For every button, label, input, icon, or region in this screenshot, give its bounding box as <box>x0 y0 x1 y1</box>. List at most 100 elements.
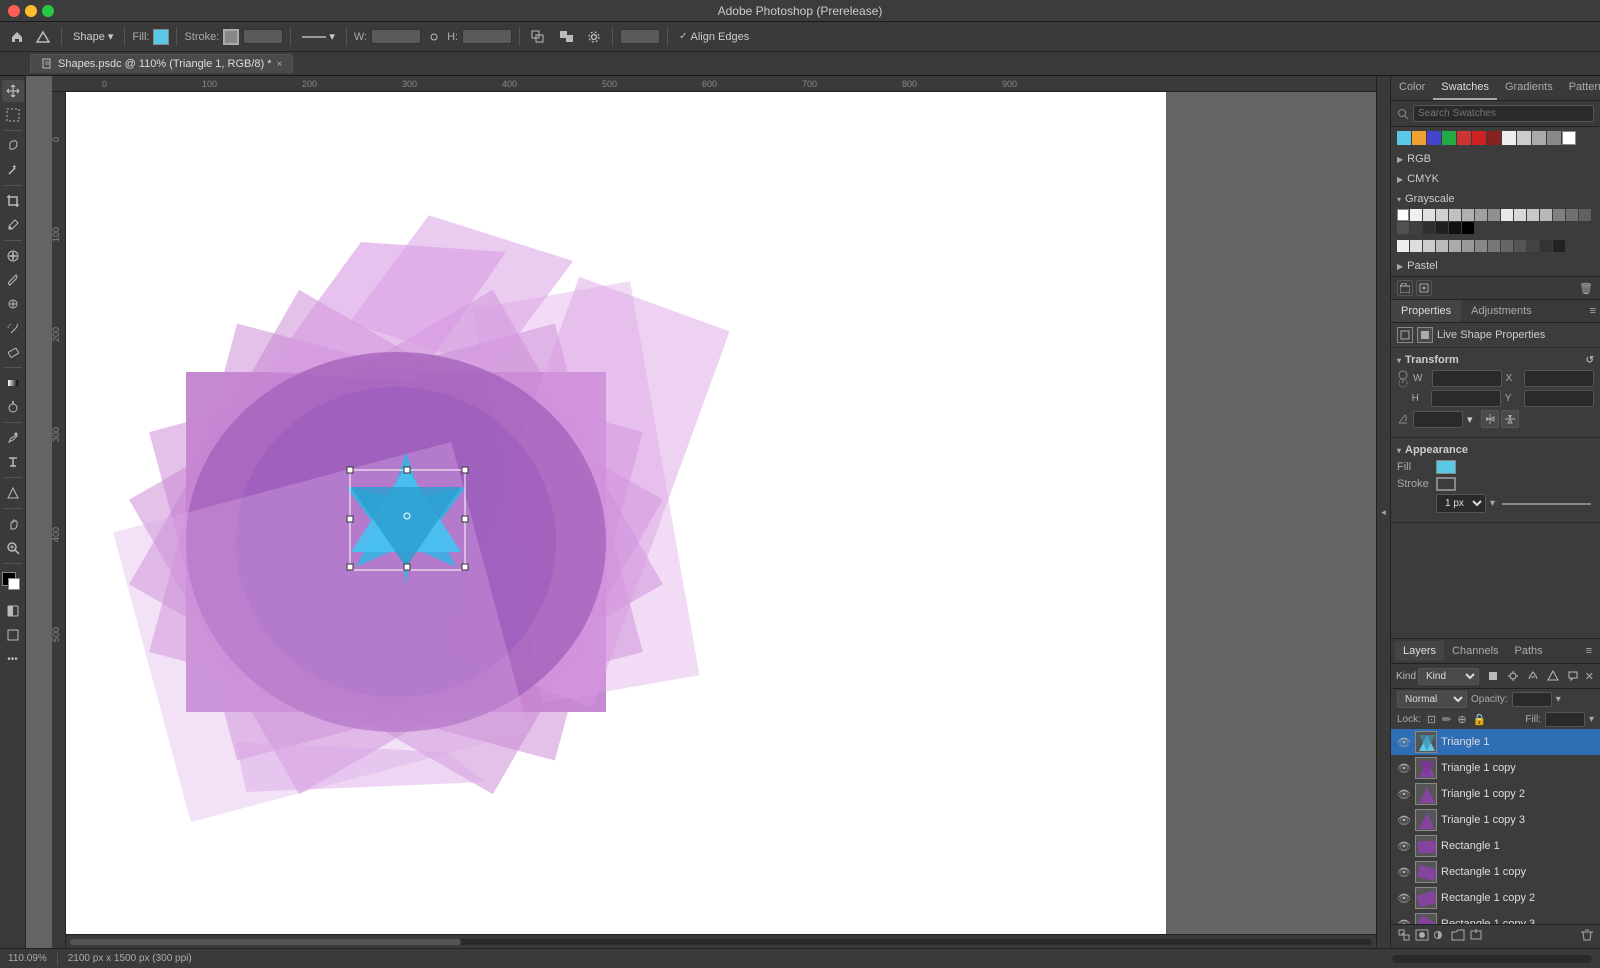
add-adjustment-icon[interactable] <box>1433 928 1447 945</box>
fill-color-chip[interactable] <box>1436 460 1456 474</box>
zoom-tool[interactable] <box>2 537 24 559</box>
pen-tool[interactable] <box>2 427 24 449</box>
tab-properties[interactable]: Properties <box>1391 300 1461 322</box>
gs-swatch-2[interactable] <box>1423 209 1435 221</box>
layer-item-rect1-copy[interactable]: 👁 Rectangle 1 copy <box>1391 859 1600 885</box>
opacity-dropdown[interactable]: ▾ <box>1556 694 1561 705</box>
layer-item-triangle1-copy[interactable]: 👁 Triangle 1 copy <box>1391 755 1600 781</box>
brush-tool[interactable] <box>2 269 24 291</box>
gs-swatch-17[interactable] <box>1423 222 1435 234</box>
blend-mode-select[interactable]: Normal Multiply Screen Overlay <box>1397 691 1467 708</box>
swatch-orange[interactable] <box>1412 131 1426 145</box>
gs-swatch-6[interactable] <box>1475 209 1487 221</box>
crop-tool[interactable] <box>2 190 24 212</box>
gs2-7[interactable] <box>1488 240 1500 252</box>
extra-tools[interactable]: ••• <box>2 648 24 670</box>
gs-swatch-3[interactable] <box>1436 209 1448 221</box>
filter-kind-select[interactable]: Kind <box>1418 668 1479 685</box>
y-prop-input[interactable]: 565 px <box>1524 390 1594 407</box>
heal-tool[interactable] <box>2 245 24 267</box>
layer-item-triangle1-copy3[interactable]: 👁 Triangle 1 copy 3 <box>1391 807 1600 833</box>
filter-off-icon[interactable]: ✕ <box>1585 670 1594 683</box>
gs2-5[interactable] <box>1462 240 1474 252</box>
layer-vis-triangle1-copy2[interactable]: 👁 <box>1397 787 1411 801</box>
gs-swatch-9[interactable] <box>1514 209 1526 221</box>
angle-input[interactable]: 0 px <box>620 29 660 44</box>
add-mask-icon[interactable] <box>1415 928 1429 945</box>
swatches-search-input[interactable] <box>1413 105 1594 122</box>
quick-mask-icon[interactable] <box>2 600 24 622</box>
stroke-color-chip[interactable] <box>223 29 239 45</box>
document-tab[interactable]: Shapes.psdc @ 110% (Triangle 1, RGB/8) *… <box>30 54 293 73</box>
gs2-1[interactable] <box>1410 240 1422 252</box>
transform-reset-icon[interactable]: ↺ <box>1586 355 1594 366</box>
add-link-icon[interactable] <box>1397 928 1411 945</box>
align-edges-checkbox[interactable]: ✓ Align Edges <box>675 29 753 45</box>
lasso-tool[interactable] <box>2 135 24 157</box>
layers-panel-menu[interactable]: ≡ <box>1582 645 1596 657</box>
swatch-green[interactable] <box>1442 131 1456 145</box>
panel-toggle[interactable]: ◂ <box>1376 76 1390 948</box>
link-dimensions-icon[interactable] <box>425 30 443 44</box>
h-input[interactable]: 118.5 px <box>462 29 512 44</box>
type-tool[interactable] <box>2 451 24 473</box>
delete-swatch-icon[interactable]: 🗑 <box>1578 280 1594 296</box>
opacity-input[interactable]: 82% <box>1512 692 1552 707</box>
gs2-9[interactable] <box>1514 240 1526 252</box>
swatch-group-pastel-header[interactable]: ▶ Pastel <box>1397 258 1594 274</box>
screen-mode-icon[interactable] <box>2 624 24 646</box>
swatch-red[interactable] <box>1457 131 1471 145</box>
swatch-darkred[interactable] <box>1472 131 1486 145</box>
transform-link-icon[interactable] <box>1397 372 1409 386</box>
scrollbar-thumb[interactable] <box>70 939 461 945</box>
gs-swatch-11[interactable] <box>1540 209 1552 221</box>
minimize-button[interactable] <box>25 5 37 17</box>
shape-tool-selector[interactable]: Shape ▾ <box>69 28 117 45</box>
gs-swatch-15[interactable] <box>1397 222 1409 234</box>
swatch-group-rgb-header[interactable]: ▶ RGB <box>1397 151 1594 167</box>
h-prop-input[interactable]: 118.5 px <box>1431 390 1501 407</box>
progress-bar[interactable] <box>1392 955 1592 963</box>
swatch-lightgray[interactable] <box>1502 131 1516 145</box>
tab-patterns[interactable]: Patterns <box>1561 76 1600 100</box>
stroke-style-selector[interactable]: ▾ <box>298 28 339 45</box>
swatch-group-grayscale-header[interactable]: ▾ Grayscale <box>1397 191 1594 207</box>
stroke-size-select[interactable]: 1 px 2 px 3 px <box>1436 494 1486 513</box>
layer-vis-triangle1-copy[interactable]: 👁 <box>1397 761 1411 775</box>
properties-menu-icon[interactable]: ≡ <box>1586 300 1600 322</box>
shape-tool[interactable] <box>2 482 24 504</box>
lock-pixels-icon[interactable]: ⊡ <box>1427 713 1436 726</box>
layer-item-rect1-copy3[interactable]: 👁 Rectangle 1 copy 3 <box>1391 911 1600 924</box>
gs-swatch-5[interactable] <box>1462 209 1474 221</box>
gs-swatch-20[interactable] <box>1462 222 1474 234</box>
fill-percent-input[interactable]: 100% <box>1545 712 1585 727</box>
gs-swatch-13[interactable] <box>1566 209 1578 221</box>
filter-pixel-icon[interactable] <box>1484 667 1502 685</box>
gs-swatch-18[interactable] <box>1436 222 1448 234</box>
live-shape-rect-icon[interactable] <box>1397 327 1413 343</box>
delete-layer-icon[interactable] <box>1580 928 1594 945</box>
maximize-button[interactable] <box>42 5 54 17</box>
swatch-white[interactable] <box>1562 131 1576 145</box>
gs2-8[interactable] <box>1501 240 1513 252</box>
gs2-2[interactable] <box>1423 240 1435 252</box>
flip-v-icon[interactable] <box>1501 410 1519 428</box>
transform-header[interactable]: ▾ Transform ↺ <box>1397 354 1594 366</box>
angle-value-input[interactable]: 0.00° <box>1413 411 1463 428</box>
swatch-brown[interactable] <box>1487 131 1501 145</box>
swatch-gray[interactable] <box>1517 131 1531 145</box>
doc-tab-close[interactable]: × <box>277 59 283 70</box>
layer-vis-rect1-copy[interactable]: 👁 <box>1397 865 1411 879</box>
stroke-size-input[interactable]: 1 px <box>243 29 283 44</box>
gs2-4[interactable] <box>1449 240 1461 252</box>
filter-shape-icon[interactable] <box>1544 667 1562 685</box>
close-button[interactable] <box>8 5 20 17</box>
history-brush-tool[interactable] <box>2 317 24 339</box>
gs-swatch-0[interactable] <box>1397 209 1409 221</box>
swatch-group-cmyk-header[interactable]: ▶ CMYK <box>1397 171 1594 187</box>
path-ops-icon[interactable] <box>527 28 551 46</box>
stroke-color-chip[interactable] <box>1436 477 1456 491</box>
home-icon[interactable] <box>6 28 28 46</box>
gs2-10[interactable] <box>1527 240 1539 252</box>
appearance-header[interactable]: ▾ Appearance <box>1397 444 1594 456</box>
